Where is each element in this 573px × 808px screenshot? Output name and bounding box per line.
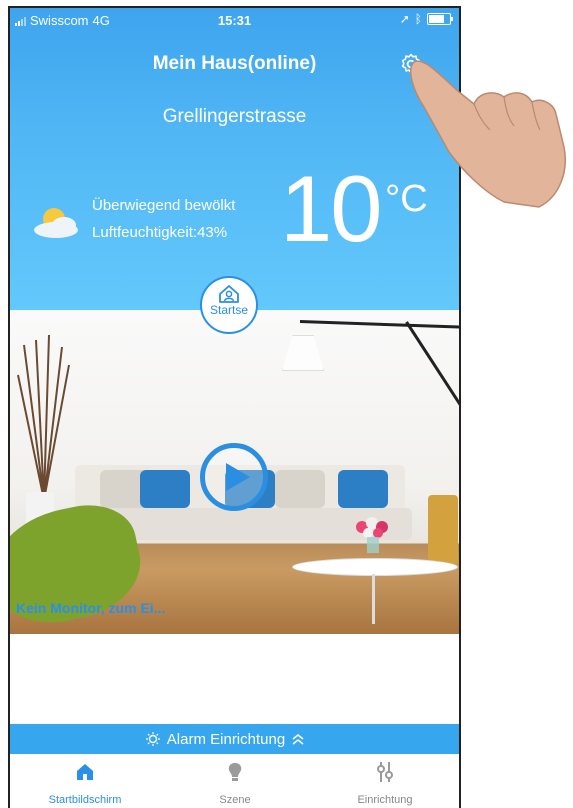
location-arrow-icon: ➚ <box>399 12 410 26</box>
temperature-value: 10 <box>280 156 383 261</box>
play-video-button[interactable] <box>200 443 268 511</box>
coffee-table <box>292 558 458 576</box>
tab-einrichtung[interactable]: Einrichtung <box>310 754 459 808</box>
tab-startbildschirm[interactable]: Startbildschirm <box>10 754 160 808</box>
street-name: Grellingerstrasse <box>162 106 307 127</box>
home-person-icon <box>219 285 239 303</box>
tab-label: Startbildschirm <box>48 794 122 806</box>
lightbulb-icon <box>145 732 160 746</box>
humidity-text: Luftfeuchtigkeit:43% <box>92 224 228 241</box>
room-camera-image[interactable]: Kein Monitor, zum Ei... <box>10 310 459 634</box>
double-chevron-up-icon <box>292 734 304 745</box>
tab-szene[interactable]: Szene <box>160 754 310 808</box>
phone-screen: Swisscom 4G 15:31 ➚ ᛒ Mein Haus(online) … <box>8 6 461 808</box>
alarm-settings-bar[interactable]: Alarm Einrichtung <box>10 724 459 754</box>
floor-lamp <box>282 335 324 371</box>
startseite-label: Startse <box>209 303 248 317</box>
tab-label: Szene <box>219 794 251 806</box>
bluetooth-icon: ᛒ <box>414 12 422 26</box>
battery-icon <box>427 13 453 25</box>
bulb-icon <box>228 763 242 781</box>
header-panel: Swisscom 4G 15:31 ➚ ᛒ Mein Haus(online) … <box>10 8 459 310</box>
dry-branches-decor <box>17 335 70 501</box>
cloudy-weather-icon <box>32 203 82 239</box>
alarm-label: Alarm Einrichtung <box>166 730 286 748</box>
bottom-tab-bar: Startbildschirm Szene Einrichtung <box>10 754 459 808</box>
status-bar: Swisscom 4G 15:31 ➚ ᛒ <box>10 8 459 30</box>
weather-description: Überwiegend bewölkt <box>92 197 236 214</box>
sliders-icon <box>377 762 393 782</box>
flower-vase <box>350 515 396 555</box>
home-title[interactable]: Mein Haus(online) <box>10 53 459 75</box>
startseite-button[interactable]: Startse <box>200 276 258 334</box>
tab-label: Einrichtung <box>357 794 413 806</box>
home-icon <box>77 764 93 780</box>
no-monitor-link[interactable]: Kein Monitor, zum Ei... <box>16 600 165 616</box>
status-time: 15:31 <box>217 13 252 28</box>
pointing-hand-image <box>410 60 566 208</box>
